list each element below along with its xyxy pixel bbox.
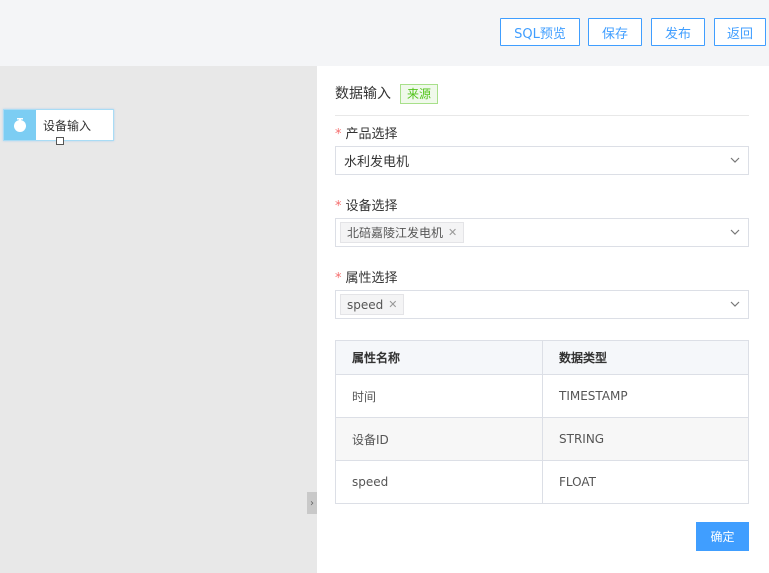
table-cell: FLOAT (542, 460, 749, 504)
chevron-down-icon (730, 301, 740, 307)
device-select[interactable]: 北碚嘉陵江发电机 ✕ (335, 218, 749, 247)
attribute-table: 属性名称 数据类型 时间 TIMESTAMP 设备ID STRING speed… (335, 340, 749, 504)
attribute-chip: speed ✕ (340, 294, 405, 315)
device-label: * 设备选择 (335, 195, 398, 214)
table-row: 时间 TIMESTAMP (335, 374, 749, 418)
chevron-down-icon (730, 157, 740, 163)
publish-button[interactable]: 发布 (651, 18, 705, 46)
attribute-select[interactable]: speed ✕ (335, 290, 749, 319)
table-cell: 设备ID (335, 417, 543, 461)
panel-title: 数据输入 (335, 86, 391, 102)
required-mark: * (335, 127, 342, 142)
save-button[interactable]: 保存 (588, 18, 642, 46)
back-button[interactable]: 返回 (714, 18, 766, 46)
table-header-cell: 属性名称 (335, 340, 543, 375)
source-tag: 来源 (400, 84, 439, 104)
table-cell: speed (335, 460, 543, 504)
sql-preview-button[interactable]: SQL预览 (500, 18, 580, 46)
table-cell: 时间 (335, 374, 543, 418)
product-label-text: 产品选择 (345, 127, 398, 142)
panel-header: 数据输入 来源 (335, 84, 749, 116)
close-icon[interactable]: ✕ (388, 298, 397, 311)
device-label-text: 设备选择 (345, 199, 398, 214)
product-select[interactable]: 水利发电机 (335, 146, 749, 175)
properties-panel: 数据输入 来源 * 产品选择 水利发电机 * 设备选择 北碚嘉陵江发电机 ✕ * 属性… (317, 66, 769, 573)
device-chip: 北碚嘉陵江发电机 ✕ (340, 222, 465, 243)
confirm-button[interactable]: 确定 (696, 522, 749, 551)
device-chip-label: 北碚嘉陵江发电机 (347, 226, 444, 240)
product-label: * 产品选择 (335, 123, 398, 142)
table-cell: STRING (542, 417, 749, 461)
top-toolbar: SQL预览 保存 发布 返回 (0, 0, 769, 66)
close-icon[interactable]: ✕ (448, 226, 457, 239)
chevron-down-icon (730, 229, 740, 235)
node-connect-handle[interactable] (56, 137, 64, 145)
required-mark: * (335, 271, 342, 286)
product-select-value: 水利发电机 (344, 155, 410, 170)
table-row: speed FLOAT (335, 460, 749, 504)
required-mark: * (335, 199, 342, 214)
table-header-cell: 数据类型 (542, 340, 749, 375)
device-input-icon (4, 110, 36, 140)
attribute-label-text: 属性选择 (345, 271, 398, 286)
table-header-row: 属性名称 数据类型 (335, 340, 749, 375)
node-label: 设备输入 (43, 118, 92, 133)
table-row: 设备ID STRING (335, 417, 749, 461)
flow-canvas[interactable]: 设备输入 › (0, 66, 317, 573)
attribute-chip-label: speed (347, 297, 384, 312)
attribute-label: * 属性选择 (335, 267, 398, 286)
device-input-node[interactable]: 设备输入 (3, 109, 114, 145)
collapse-panel-button[interactable]: › (307, 492, 317, 514)
table-cell: TIMESTAMP (542, 374, 749, 418)
